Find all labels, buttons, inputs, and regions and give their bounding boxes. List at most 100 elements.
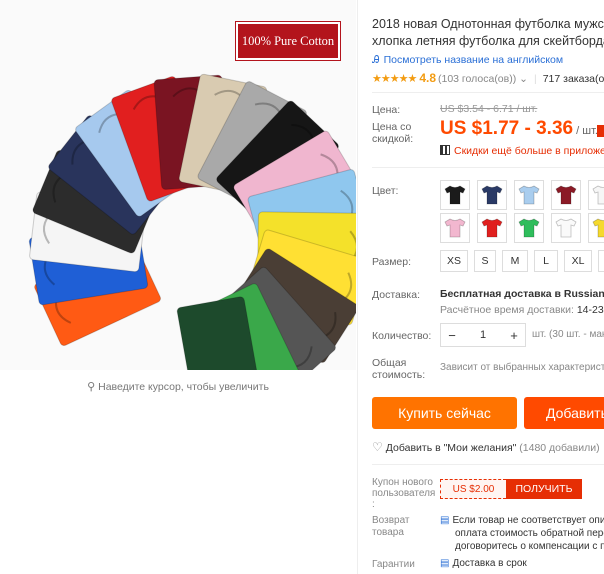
product-detail-panel: 2018 новая Однотонная футболка мужская х… — [372, 0, 604, 574]
quantity-label: Количество: — [372, 330, 432, 342]
discount-label-line-2: скидкой: — [372, 133, 414, 145]
translate-title-link[interactable]: Ꭿ Посмотреть название на английском — [372, 54, 563, 67]
return-policy-icon: ▤ — [440, 515, 450, 526]
coupon-label-line-2: пользователя — [372, 488, 436, 499]
quantity-increase-button[interactable]: + — [503, 328, 525, 343]
rating-stars-icon: ★★★★★ — [372, 73, 417, 85]
price-unit: / шт. — [573, 125, 598, 137]
color-swatch[interactable] — [551, 180, 581, 210]
delivery-guarantee-icon: ▤ — [440, 558, 450, 569]
zoom-hint: ⚲ Наведите курсор, чтобы увеличить — [0, 380, 356, 393]
color-swatch[interactable] — [514, 180, 544, 210]
tshirt-icon — [481, 185, 503, 205]
app-discount-link[interactable]: Скидки ещё больше в приложении — [440, 145, 604, 157]
delivery-time: Расчётное время доставки: 14-23 дней — [440, 304, 604, 316]
guarantee-label: Гарантии — [372, 559, 415, 570]
tshirt-icon — [481, 218, 503, 238]
product-title-line-1: 2018 новая Однотонная футболка мужская — [372, 17, 604, 31]
product-title: 2018 новая Однотонная футболка мужская х… — [372, 16, 604, 50]
color-label: Цвет: — [372, 185, 399, 197]
returns-line-3: договоритесь о компенсации с продавцом — [455, 541, 604, 552]
price-value: US $1.77 - 3.36 — [440, 118, 574, 139]
tshirt-icon — [592, 218, 604, 238]
returns-line-2: оплата стоимость обратной пересылки, — [455, 528, 604, 539]
total-label: Общая стоимость: — [372, 357, 425, 381]
votes-dropdown-icon[interactable]: ⌄ — [519, 73, 528, 85]
color-swatch[interactable] — [440, 213, 470, 243]
tshirt-icon — [555, 185, 577, 205]
product-title-line-2: хлопка летняя футболка для скейтборда — [372, 34, 604, 48]
votes-count[interactable]: (103 голоса(ов)) — [438, 73, 516, 85]
color-swatch[interactable] — [588, 180, 604, 210]
guarantee-delivery: ▤ Доставка в срок — [440, 558, 527, 569]
magnifier-icon: ⚲ — [87, 381, 96, 393]
total-price-note: Зависит от выбранных характеристик — [440, 362, 604, 373]
translate-link-text[interactable]: Посмотреть название на английском — [384, 54, 564, 66]
returns-label-line-1: Возврат — [372, 515, 410, 526]
size-option[interactable]: XXL — [598, 250, 604, 272]
delivery-time-label: Расчётное время доставки: — [440, 304, 577, 316]
orders-count: 717 заказа(ов) — [542, 73, 604, 85]
add-to-cart-button[interactable]: Добавить в корзину — [524, 397, 604, 429]
returns-label-line-2: товара — [372, 527, 404, 538]
delivery-time-value: 14-23 дней — [576, 304, 604, 316]
shipping-label: Доставка: — [372, 289, 421, 301]
size-option[interactable]: M — [502, 250, 528, 272]
color-swatch[interactable] — [551, 213, 581, 243]
guarantee-text: Доставка в срок — [452, 558, 527, 569]
rating-separator: | — [533, 73, 537, 85]
tshirt-icon — [444, 218, 466, 238]
total-label-line-2: стоимость: — [372, 369, 426, 381]
returns-line-1: ▤Если товар не соответствует описанию, — [440, 514, 604, 527]
returns-policy: ▤Если товар не соответствует описанию, о… — [440, 514, 604, 553]
coupon-label-line-1: Купон нового — [372, 477, 433, 488]
rating-row: ★★★★★4.8(103 голоса(ов)) ⌄ | 717 заказа(ов… — [372, 71, 604, 85]
color-swatch[interactable] — [588, 213, 604, 243]
size-option[interactable]: L — [534, 250, 558, 272]
column-divider — [357, 0, 358, 574]
returns-line-1-text: Если товар не соответствует описанию, — [452, 515, 604, 526]
product-image[interactable]: 100% Pure Cotton — [0, 0, 356, 370]
divider — [372, 92, 604, 93]
get-coupon-button[interactable]: ПОЛУЧИТЬ — [506, 479, 582, 499]
returns-label: Возврат товара — [372, 515, 410, 539]
quantity-input[interactable]: 1 — [463, 329, 503, 341]
size-option[interactable]: XS — [440, 250, 468, 272]
discount-price: US $1.77 - 3.36 / шт. — [440, 118, 598, 140]
discount-tag-icon — [597, 125, 604, 137]
color-swatch[interactable] — [477, 213, 507, 243]
price-label: Цена: — [372, 104, 401, 116]
zoom-hint-text: Наведите курсор, чтобы увеличить — [98, 381, 269, 393]
coupon-label-line-3: : — [372, 499, 375, 510]
divider — [372, 464, 604, 465]
color-swatch[interactable] — [477, 180, 507, 210]
coupon-box: US $2.00 ПОЛУЧИТЬ — [440, 479, 582, 499]
heart-icon: ♡ — [372, 440, 383, 454]
tshirt-icon — [518, 185, 540, 205]
size-option[interactable]: XL — [564, 250, 592, 272]
color-swatch[interactable] — [514, 213, 544, 243]
add-to-wishlist-link[interactable]: ♡ Добавить в "Мои желания" (1480 добавили… — [372, 440, 600, 454]
buy-now-button[interactable]: Купить сейчас — [372, 397, 517, 429]
tshirt-icon — [555, 218, 577, 238]
pure-cotton-badge: 100% Pure Cotton — [235, 21, 341, 61]
qr-code-icon — [440, 145, 450, 155]
rating-score: 4.8 — [419, 71, 436, 85]
color-swatch[interactable] — [440, 180, 470, 210]
quantity-limit-note: шт. (30 шт. - макс. на покупателя) — [532, 329, 604, 340]
size-option[interactable]: S — [474, 250, 496, 272]
quantity-decrease-button[interactable]: − — [441, 328, 463, 343]
discount-price-label: Цена со скидкой: — [372, 121, 413, 145]
coupon-value: US $2.00 — [440, 479, 506, 499]
translate-icon: Ꭿ — [372, 54, 380, 66]
shipping-method[interactable]: Бесплатная доставка в Russian Federation — [440, 288, 604, 300]
size-label: Размер: — [372, 256, 412, 268]
discount-label-line-1: Цена со — [372, 121, 412, 133]
wishlist-text[interactable]: Добавить в "Мои желания" — [386, 442, 517, 454]
tshirt-icon — [592, 185, 604, 205]
tshirt-icon — [444, 185, 466, 205]
quantity-stepper: − 1 + — [440, 323, 526, 347]
original-price: US $3.54 - 6.71 / шт. — [440, 103, 538, 115]
app-discount-text[interactable]: Скидки ещё больше в приложении — [454, 145, 604, 157]
total-label-line-1: Общая — [372, 357, 407, 369]
